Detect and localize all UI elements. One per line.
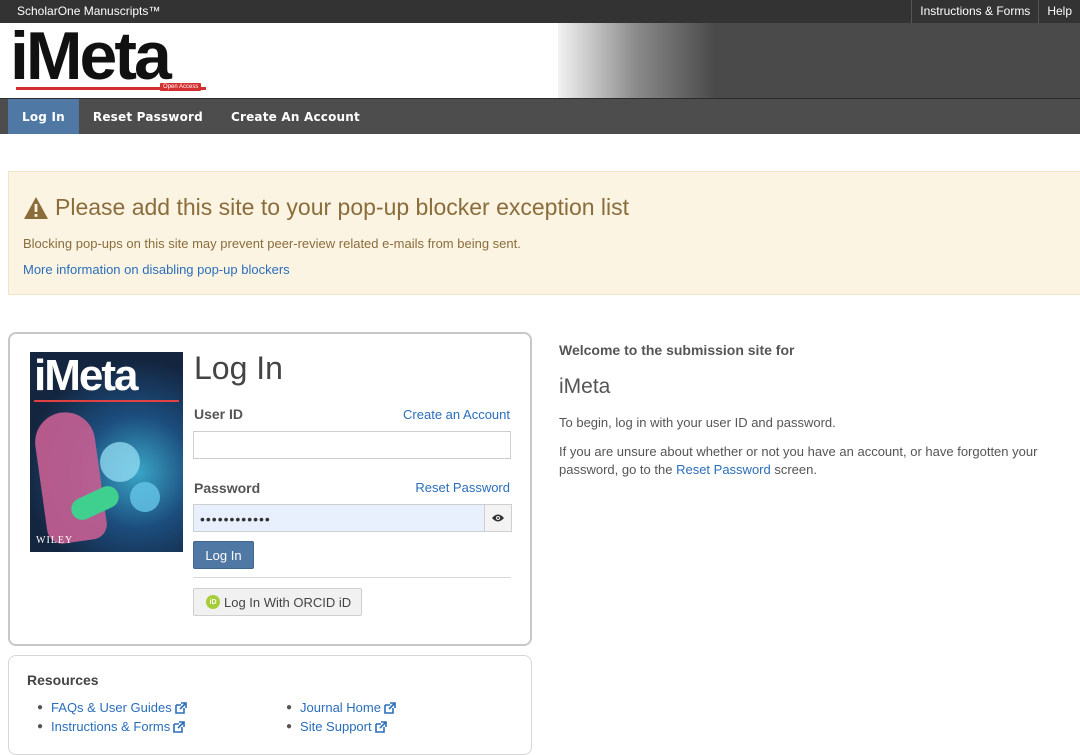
journal-home-link[interactable]: Journal Home	[300, 700, 381, 715]
bullet: ●	[286, 721, 293, 732]
login-button[interactable]: Log In	[193, 541, 254, 569]
bullet: ●	[286, 702, 293, 713]
login-card: iMeta WILEY Log In User ID Create an Acc…	[8, 332, 532, 646]
welcome-help-text: If you are unsure about whether or not y…	[559, 443, 1049, 479]
user-id-input[interactable]	[193, 431, 511, 459]
imeta-logo[interactable]: iMeta Open Access	[10, 18, 206, 95]
faqs-link[interactable]: FAQs & User Guides	[51, 700, 172, 715]
password-input[interactable]: ••••••••••••	[193, 504, 485, 532]
resources-list-right: ● Journal Home ● Site Support	[286, 698, 396, 736]
login-divider	[193, 577, 511, 578]
create-account-link[interactable]: Create an Account	[403, 407, 510, 422]
popup-blocker-alert: Please add this site to your pop-up bloc…	[8, 171, 1080, 295]
top-links: Instructions & Forms Help	[911, 0, 1080, 23]
eye-icon	[492, 514, 504, 522]
nav-log-in[interactable]: Log In	[8, 99, 79, 134]
instructions-forms-resource-link[interactable]: Instructions & Forms	[51, 719, 170, 734]
welcome-heading: Welcome to the submission site for	[559, 342, 795, 358]
orcid-button-label: Log In With ORCID iD	[224, 594, 352, 610]
help-text-after: screen.	[770, 462, 817, 477]
cover-art-shape	[31, 408, 109, 546]
cover-art-shape	[100, 442, 140, 482]
journal-cover-image: iMeta WILEY	[30, 352, 183, 552]
external-link-icon	[174, 701, 187, 714]
welcome-reset-password-link[interactable]: Reset Password	[676, 462, 771, 477]
orcid-login-button[interactable]: iD Log In With ORCID iD	[193, 588, 362, 616]
nav-reset-password[interactable]: Reset Password	[79, 99, 217, 134]
resources-heading: Resources	[27, 672, 99, 688]
resources-list-left: ● FAQs & User Guides ● Instructions & Form…	[37, 698, 187, 736]
cover-publisher: WILEY	[36, 535, 74, 546]
password-label: Password	[194, 480, 261, 496]
main-nav: Log In Reset Password Create An Account	[0, 98, 1080, 134]
alert-message: Blocking pop-ups on this site may preven…	[23, 236, 521, 251]
list-item[interactable]: ● Instructions & Forms	[37, 717, 187, 736]
external-link-icon	[374, 720, 387, 733]
user-id-label: User ID	[194, 406, 244, 422]
welcome-intro: To begin, log in with your user ID and p…	[559, 415, 836, 430]
bullet: ●	[37, 721, 44, 732]
bullet: ●	[37, 702, 44, 713]
orcid-icon: iD	[206, 595, 220, 609]
site-support-link[interactable]: Site Support	[300, 719, 372, 734]
instructions-forms-link[interactable]: Instructions & Forms	[911, 0, 1038, 23]
nav-create-account[interactable]: Create An Account	[217, 99, 374, 134]
login-heading: Log In	[194, 350, 283, 386]
reset-password-link[interactable]: Reset Password	[415, 480, 510, 495]
resources-panel: Resources ● FAQs & User Guides ● Instructi…	[8, 655, 532, 755]
alert-title: Please add this site to your pop-up bloc…	[55, 194, 630, 220]
help-link[interactable]: Help	[1038, 0, 1080, 23]
open-access-badge: Open Access	[160, 83, 202, 91]
cover-title: iMeta	[34, 352, 138, 400]
scholarone-brand: ScholarOne Manuscripts™	[17, 4, 161, 18]
warning-triangle-icon	[24, 196, 48, 219]
list-item[interactable]: ● Journal Home	[286, 698, 396, 717]
journal-banner: iMeta Open Access	[0, 18, 1080, 98]
external-link-icon	[384, 701, 396, 714]
alert-title-row: Please add this site to your pop-up bloc…	[23, 194, 629, 221]
list-item[interactable]: ● Site Support	[286, 717, 396, 736]
external-link-icon	[173, 720, 186, 733]
journal-name: iMeta	[559, 375, 611, 398]
logo-wordmark: iMeta	[10, 18, 172, 94]
popup-info-link[interactable]: More information on disabling pop-up blo…	[23, 262, 290, 277]
cover-art-shape	[130, 482, 160, 512]
show-password-toggle[interactable]	[485, 504, 512, 532]
cover-title-bar	[34, 400, 179, 402]
banner-gradient	[558, 23, 1080, 98]
list-item[interactable]: ● FAQs & User Guides	[37, 698, 187, 717]
